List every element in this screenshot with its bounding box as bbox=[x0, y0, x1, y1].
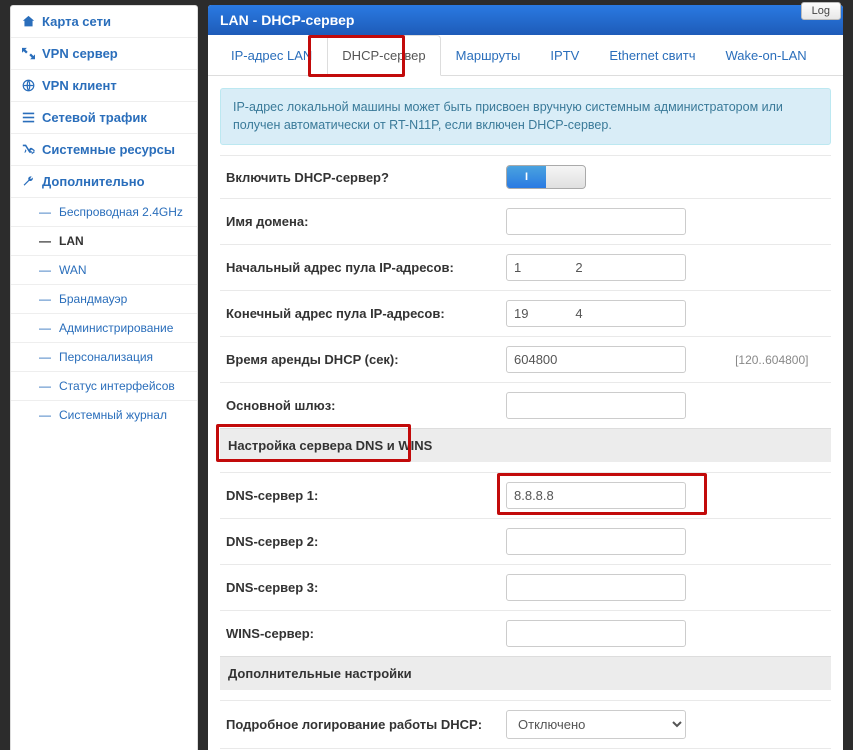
label-domain: Имя домена: bbox=[220, 199, 500, 245]
tab-routes[interactable]: Маршруты bbox=[441, 35, 536, 75]
sidebar: Карта сети VPN сервер VPN клиент Сетевой… bbox=[10, 5, 198, 750]
sidebar-item-label: Системные ресурсы bbox=[42, 142, 175, 157]
tab-wol[interactable]: Wake-on-LAN bbox=[710, 35, 821, 75]
log-button[interactable]: Log bbox=[801, 2, 841, 20]
input-gateway[interactable] bbox=[506, 392, 686, 419]
tab-iptv[interactable]: IPTV bbox=[535, 35, 594, 75]
input-dns2[interactable] bbox=[506, 528, 686, 555]
tab-ip-lan[interactable]: IP-адрес LAN bbox=[216, 35, 327, 75]
tab-dhcp-server[interactable]: DHCP-сервер bbox=[327, 35, 440, 76]
sidebar-item-label: VPN клиент bbox=[42, 78, 117, 93]
sidebar-sub-label: Персонализация bbox=[59, 350, 153, 364]
label-gateway: Основной шлюз: bbox=[220, 383, 500, 429]
input-dns1[interactable] bbox=[506, 482, 686, 509]
sidebar-item-sysres[interactable]: Системные ресурсы bbox=[11, 134, 197, 166]
wrench-icon bbox=[21, 175, 35, 189]
sidebar-sub-admin[interactable]: Администрирование bbox=[11, 314, 197, 343]
sidebar-sub-label: Брандмауэр bbox=[59, 292, 127, 306]
toggle-enable-dhcp[interactable]: I bbox=[506, 165, 586, 189]
sidebar-item-label: Дополнительно bbox=[42, 174, 145, 189]
toggle-off-indicator bbox=[546, 166, 585, 188]
label-dns3: DNS-сервер 3: bbox=[220, 565, 500, 611]
label-lease: Время аренды DHCP (сек): bbox=[220, 337, 500, 383]
input-pool-end[interactable] bbox=[506, 300, 686, 327]
sidebar-sub-label: Администрирование bbox=[59, 321, 173, 335]
sidebar-sub-label: LAN bbox=[59, 234, 84, 248]
select-verbose[interactable]: Отключено bbox=[506, 710, 686, 739]
sidebar-sub-label: Статус интерфейсов bbox=[59, 379, 175, 393]
sidebar-item-traffic[interactable]: Сетевой трафик bbox=[11, 102, 197, 134]
info-box: IP-адрес локальной машины может быть при… bbox=[220, 88, 831, 145]
label-dns2: DNS-сервер 2: bbox=[220, 519, 500, 565]
sidebar-item-vpn-client[interactable]: VPN клиент bbox=[11, 70, 197, 102]
sidebar-sub-syslog[interactable]: Системный журнал bbox=[11, 401, 197, 429]
sidebar-item-netmap[interactable]: Карта сети bbox=[11, 6, 197, 38]
input-wins[interactable] bbox=[506, 620, 686, 647]
random-icon bbox=[21, 143, 35, 157]
input-dns3[interactable] bbox=[506, 574, 686, 601]
toggle-on-indicator: I bbox=[507, 166, 546, 188]
label-enable-dhcp: Включить DHCP-сервер? bbox=[220, 156, 500, 199]
sidebar-sub-ifstatus[interactable]: Статус интерфейсов bbox=[11, 372, 197, 401]
input-lease[interactable] bbox=[506, 346, 686, 373]
resize-icon bbox=[21, 47, 35, 61]
sidebar-sub-label: WAN bbox=[59, 263, 87, 277]
hint-lease: [120..604800] bbox=[729, 337, 831, 383]
sidebar-item-advanced[interactable]: Дополнительно bbox=[11, 166, 197, 198]
label-pool-end: Конечный адрес пула IP-адресов: bbox=[220, 291, 500, 337]
sidebar-sub-label: Системный журнал bbox=[59, 408, 167, 422]
sidebar-item-label: Сетевой трафик bbox=[42, 110, 147, 125]
sidebar-sub-lan[interactable]: LAN bbox=[11, 227, 197, 256]
sidebar-sub-wireless[interactable]: Беспроводная 2.4GHz bbox=[11, 198, 197, 227]
sidebar-sub-label: Беспроводная 2.4GHz bbox=[59, 205, 183, 219]
sidebar-sub-firewall[interactable]: Брандмауэр bbox=[11, 285, 197, 314]
home-icon bbox=[21, 15, 35, 29]
label-verbose: Подробное логирование работы DHCP: bbox=[220, 701, 500, 749]
tabs: IP-адрес LAN DHCP-сервер Маршруты IPTV E… bbox=[208, 35, 843, 76]
main-panel: LAN - DHCP-сервер IP-адрес LAN DHCP-серв… bbox=[208, 5, 843, 750]
label-wins: WINS-сервер: bbox=[220, 611, 500, 657]
input-domain[interactable] bbox=[506, 208, 686, 235]
section-dns-wins: Настройка сервера DNS и WINS bbox=[220, 428, 831, 462]
sidebar-sub-personal[interactable]: Персонализация bbox=[11, 343, 197, 372]
label-dns1: DNS-сервер 1: bbox=[220, 473, 500, 519]
sidebar-item-label: Карта сети bbox=[42, 14, 111, 29]
label-pool-start: Начальный адрес пула IP-адресов: bbox=[220, 245, 500, 291]
sidebar-sub-wan[interactable]: WAN bbox=[11, 256, 197, 285]
tab-eth-switch[interactable]: Ethernet свитч bbox=[594, 35, 710, 75]
globe-icon bbox=[21, 79, 35, 93]
sidebar-item-label: VPN сервер bbox=[42, 46, 118, 61]
section-extra: Дополнительные настройки bbox=[220, 656, 831, 690]
input-pool-start[interactable] bbox=[506, 254, 686, 281]
panel-title: LAN - DHCP-сервер bbox=[208, 5, 843, 35]
sidebar-item-vpn-server[interactable]: VPN сервер bbox=[11, 38, 197, 70]
list-icon bbox=[21, 111, 35, 125]
